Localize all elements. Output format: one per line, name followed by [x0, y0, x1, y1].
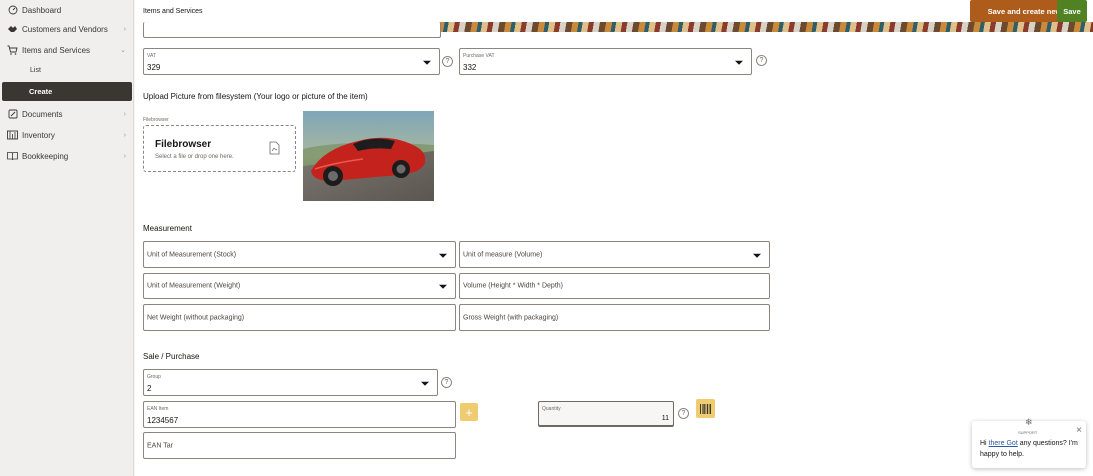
chat-widget[interactable]: ❄ SUPPORT × Hi there Got any questions? … [972, 417, 1086, 468]
chevron-right-icon: › [123, 25, 126, 33]
caret-down-icon [753, 253, 761, 258]
measurement-title: Measurement [143, 224, 192, 233]
gross-weight-input[interactable]: Gross Weight (with packaging) [459, 304, 770, 331]
help-icon[interactable]: ? [441, 377, 452, 388]
sidebar-item-inventory[interactable]: Inventory › [0, 125, 134, 145]
unit-stock-placeholder: Unit of Measurement (Stock) [147, 251, 237, 258]
previous-field-partial[interactable] [143, 22, 441, 38]
group-label: Group [147, 374, 161, 380]
gross-weight-placeholder: Gross Weight (with packaging) [463, 314, 559, 321]
ean-item-value: 1234567 [147, 416, 179, 425]
sidebar-item-customers-vendors[interactable]: Customers and Vendors › [0, 19, 134, 39]
plus-icon: + [465, 404, 473, 420]
sidebar-item-dashboard[interactable]: Dashboard [0, 0, 134, 20]
vat-value: 329 [147, 63, 161, 72]
sidebar-item-label: Documents [22, 109, 63, 119]
sidebar: Dashboard Customers and Vendors › Items … [0, 0, 134, 476]
caret-down-icon [423, 60, 431, 65]
group-select[interactable]: Group 2 [143, 369, 438, 396]
volume-dimensions-placeholder: Volume (Height * Width * Depth) [463, 282, 563, 290]
add-ean-button[interactable]: + [460, 403, 478, 421]
ean-item-input[interactable]: EAN Item 1234567 [143, 401, 456, 428]
vat-label: VAT [147, 53, 156, 59]
filebrowser-title: Filebrowser [155, 139, 212, 150]
net-weight-placeholder: Net Weight (without packaging) [147, 314, 245, 321]
chat-greeting: Hi [980, 440, 987, 447]
sale-purchase-title: Sale / Purchase [143, 352, 200, 361]
sidebar-item-label: Items and Services [22, 45, 91, 55]
handshake-icon [7, 24, 18, 35]
decorative-banner [399, 22, 1093, 32]
filebrowser-label: Filebrowser [143, 117, 169, 123]
breadcrumb: Items and Services [143, 8, 203, 15]
purchase-vat-select[interactable]: Purchase VAT 332 [459, 48, 752, 75]
caret-down-icon [421, 381, 429, 386]
sidebar-item-documents[interactable]: Documents › [0, 104, 134, 124]
file-dropzone[interactable]: Filebrowser Select a file or drop one he… [143, 125, 296, 172]
sidebar-subitem-label: Create [29, 87, 53, 96]
ean-tar-placeholder: EAN Tar [147, 442, 173, 449]
sidebar-item-label: Customers and Vendors [22, 24, 108, 34]
volume-dimensions-input[interactable]: Volume (Height * Width * Depth) [459, 273, 770, 299]
group-value: 2 [147, 384, 152, 393]
sidebar-item-label: Dashboard [22, 5, 62, 15]
sidebar-item-label: Inventory [22, 130, 55, 140]
item-picture [303, 111, 434, 201]
save-button[interactable]: Save [1057, 0, 1087, 22]
help-icon[interactable]: ? [678, 408, 689, 419]
sidebar-item-items-services[interactable]: Items and Services ⌄ [0, 40, 134, 60]
chevron-down-icon: ⌄ [120, 47, 126, 54]
ean-tar-input[interactable]: EAN Tar [143, 432, 456, 459]
filebrowser-hint: Select a file or drop one here. [155, 154, 234, 160]
ean-item-label: EAN Item [147, 406, 169, 412]
document-icon [7, 109, 18, 120]
unit-stock-select[interactable]: Unit of Measurement (Stock) [143, 241, 456, 268]
caret-down-icon [439, 253, 447, 258]
dashboard-icon [7, 5, 18, 16]
book-icon [7, 151, 18, 162]
unit-volume-select[interactable]: Unit of measure (Volume) [459, 241, 770, 268]
main-content: Items and Services Save and create new S… [135, 0, 1093, 476]
caret-down-icon [735, 60, 743, 65]
quantity-input[interactable]: Quantity 11 [538, 401, 674, 427]
purchase-vat-value: 332 [463, 63, 477, 72]
help-icon[interactable]: ? [442, 56, 453, 67]
quantity-label: Quantity [542, 406, 561, 412]
sidebar-item-bookkeeping[interactable]: Bookkeeping › [0, 146, 134, 166]
file-image-icon [269, 141, 280, 155]
barcode-scan-button[interactable] [696, 399, 715, 418]
sidebar-subitem-create[interactable]: Create [2, 82, 132, 101]
barcode-icon [700, 403, 711, 414]
unit-weight-placeholder: Unit of Measurement (Weight) [147, 282, 241, 290]
inventory-icon [7, 130, 18, 141]
sidebar-subitem-label: List [30, 66, 41, 74]
purchase-vat-label: Purchase VAT [463, 53, 495, 59]
help-icon[interactable]: ? [756, 55, 767, 66]
sidebar-item-label: Bookkeeping [22, 151, 69, 161]
chevron-right-icon: › [123, 131, 126, 139]
sidebar-subitem-list[interactable]: List [0, 61, 134, 79]
chat-brand: SUPPORT [1018, 430, 1038, 435]
support-logo-icon: ❄ [1025, 417, 1033, 427]
chevron-right-icon: › [123, 110, 126, 118]
unit-weight-select[interactable]: Unit of Measurement (Weight) [143, 273, 456, 299]
vat-select[interactable]: VAT 329 [143, 48, 440, 75]
chat-message: Hi there Got any questions? I'm happy to… [980, 438, 1080, 460]
upload-title: Upload Picture from filesystem (Your log… [143, 92, 368, 101]
caret-down-icon [439, 284, 447, 289]
close-icon[interactable]: × [1076, 425, 1082, 436]
net-weight-input[interactable]: Net Weight (without packaging) [143, 304, 456, 331]
chevron-right-icon: › [123, 152, 126, 160]
chat-link[interactable]: there Got [989, 440, 1018, 447]
cart-icon [7, 45, 18, 56]
unit-volume-placeholder: Unit of measure (Volume) [463, 251, 543, 258]
quantity-value: 11 [661, 415, 669, 422]
